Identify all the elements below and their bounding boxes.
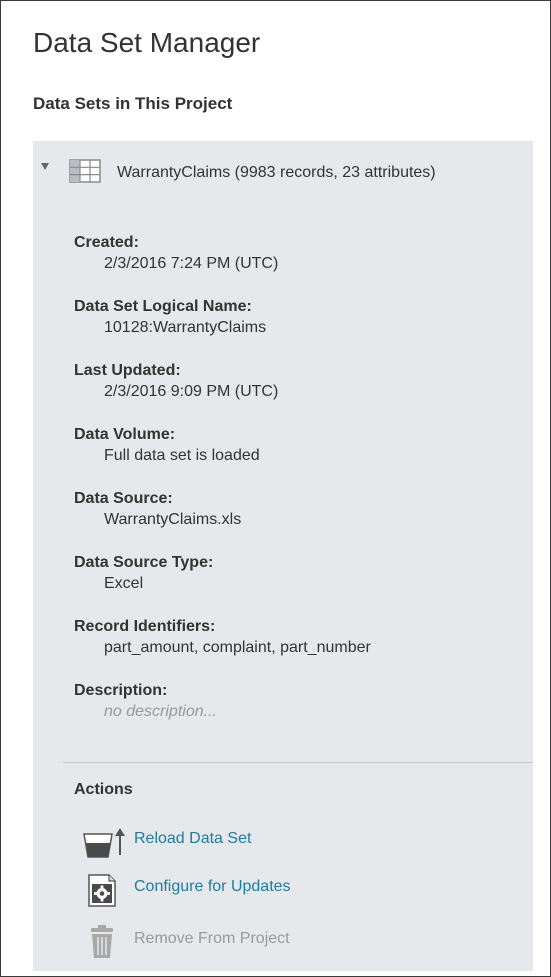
collapse-arrow-icon[interactable] [41, 163, 49, 170]
configure-icon [81, 873, 127, 912]
property-logical-name: Data Set Logical Name: 10128:WarrantyCla… [74, 297, 524, 361]
configure-for-updates-label[interactable]: Configure for Updates [134, 878, 291, 896]
property-data-source-type: Data Source Type: Excel [74, 553, 524, 617]
remove-from-project-button: Remove From Project [81, 925, 501, 959]
property-last-updated: Last Updated: 2/3/2016 9:09 PM (UTC) [74, 361, 524, 425]
property-label: Data Source: [74, 490, 173, 507]
divider [63, 762, 533, 763]
property-value: 10128:WarrantyClaims [104, 319, 267, 336]
dataset-header[interactable]: WarrantyClaims (9983 records, 23 attribu… [33, 141, 533, 221]
reload-icon [81, 825, 127, 864]
property-data-source: Data Source: WarrantyClaims.xls [74, 489, 524, 553]
section-heading: Data Sets in This Project [33, 94, 233, 113]
property-record-identifiers: Record Identifiers: part_amount, complai… [74, 617, 524, 681]
property-label: Data Source Type: [74, 554, 214, 571]
property-value: Full data set is loaded [104, 447, 260, 464]
actions-heading: Actions [74, 781, 133, 798]
property-value: 2/3/2016 7:24 PM (UTC) [104, 255, 279, 272]
property-label: Data Volume: [74, 426, 176, 443]
reload-data-set-label[interactable]: Reload Data Set [134, 830, 251, 848]
property-value: part_amount, complaint, part_number [104, 639, 371, 656]
property-value: WarrantyClaims.xls [104, 511, 242, 528]
property-value: 2/3/2016 9:09 PM (UTC) [104, 383, 279, 400]
table-icon [69, 159, 103, 188]
remove-from-project-label: Remove From Project [134, 930, 290, 947]
property-label: Data Set Logical Name: [74, 298, 252, 315]
property-label: Created: [74, 234, 139, 251]
property-description: Description: no description... [74, 681, 524, 745]
description-placeholder[interactable]: no description... [74, 701, 524, 723]
dataset-name: WarrantyClaims (9983 records, 23 attribu… [117, 164, 436, 181]
dataset-properties: Created: 2/3/2016 7:24 PM (UTC) Data Set… [74, 233, 524, 745]
property-created: Created: 2/3/2016 7:24 PM (UTC) [74, 233, 524, 297]
dataset-panel: WarrantyClaims (9983 records, 23 attribu… [33, 141, 533, 971]
reload-data-set-button[interactable]: Reload Data Set [81, 825, 501, 859]
data-set-manager-window: Data Set Manager Data Sets in This Proje… [0, 0, 551, 977]
property-value: Excel [104, 575, 144, 592]
property-data-volume: Data Volume: Full data set is loaded [74, 425, 524, 489]
trash-icon [81, 925, 127, 964]
property-label: Description: [74, 682, 168, 699]
property-label: Last Updated: [74, 362, 181, 379]
configure-for-updates-button[interactable]: Configure for Updates [81, 873, 501, 907]
property-label: Record Identifiers: [74, 618, 216, 635]
page-title: Data Set Manager [33, 27, 261, 58]
